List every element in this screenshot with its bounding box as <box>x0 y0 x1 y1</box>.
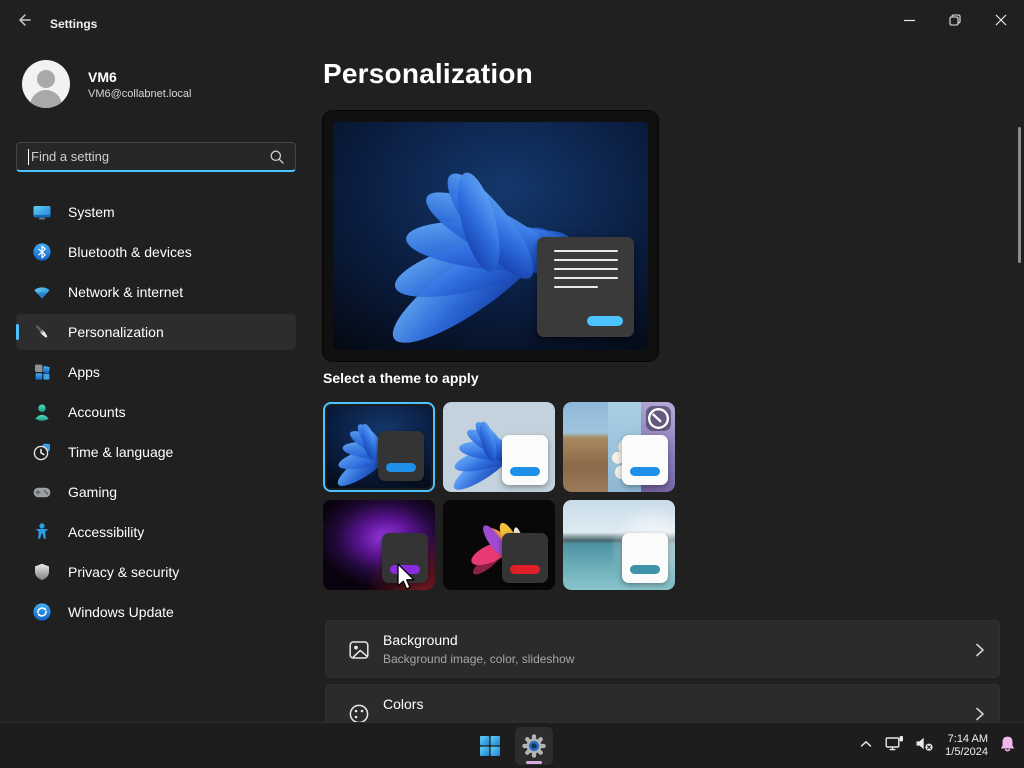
theme-tile-light-bloom[interactable] <box>443 402 555 492</box>
sidebar-item-label: Gaming <box>68 484 118 500</box>
settings-gear-icon <box>522 734 546 758</box>
theme-tile-dark-bloom[interactable] <box>323 402 435 492</box>
sidebar-item-accounts[interactable]: Accounts <box>16 394 296 430</box>
volume-muted-icon[interactable] <box>915 735 934 757</box>
sidebar-item-windows-update[interactable]: Windows Update <box>16 594 296 630</box>
shield-icon <box>32 562 52 582</box>
theme-tile-landscape-collage[interactable] <box>563 402 675 492</box>
network-ethernet-icon[interactable] <box>885 735 904 757</box>
preview-accent-button <box>587 316 623 326</box>
chevron-right-icon <box>976 643 984 657</box>
sidebar-item-gaming[interactable]: Gaming <box>16 474 296 510</box>
sidebar-item-personalization[interactable]: Personalization <box>16 314 296 350</box>
restore-icon <box>949 14 961 26</box>
vertical-scrollbar[interactable] <box>1018 127 1021 263</box>
paintbrush-icon <box>32 322 52 342</box>
sidebar-nav: System Bluetooth & devices Network & int… <box>16 194 296 634</box>
sidebar-item-accessibility[interactable]: Accessibility <box>16 514 296 550</box>
background-row[interactable]: Background Background image, color, slid… <box>325 620 1000 678</box>
sidebar-item-time-language[interactable]: Time & language <box>16 434 296 470</box>
system-tray: 7:14 AM 1/5/2024 <box>858 723 1016 768</box>
row-title: Colors <box>383 696 424 712</box>
taskbar-settings-app[interactable] <box>515 727 553 765</box>
back-button[interactable] <box>10 8 38 32</box>
theme-preview-monitor <box>323 111 658 361</box>
sidebar-item-label: Accounts <box>68 404 126 420</box>
page-title: Personalization <box>323 58 533 89</box>
accessibility-person-icon <box>32 522 52 542</box>
sidebar-item-label: Apps <box>68 364 100 380</box>
theme-preview-wallpaper <box>333 122 648 350</box>
main-content: Personalization Select a theme to apply <box>323 40 1024 742</box>
sidebar-item-label: Windows Update <box>68 604 174 620</box>
avatar <box>22 60 70 108</box>
sidebar-item-label: Accessibility <box>68 524 145 540</box>
apps-icon <box>32 362 52 382</box>
sidebar-item-label: Time & language <box>68 444 174 460</box>
search-box[interactable] <box>16 142 296 172</box>
sidebar-item-network-internet[interactable]: Network & internet <box>16 274 296 310</box>
sidebar-item-system[interactable]: System <box>16 194 296 230</box>
sidebar: VM6 VM6@collabnet.local System Bluetooth… <box>0 40 312 722</box>
close-button[interactable] <box>978 0 1024 40</box>
tray-chevron-up-icon[interactable] <box>858 737 874 756</box>
search-icon[interactable] <box>269 149 285 165</box>
background-image-icon <box>349 641 369 659</box>
notification-bell-icon[interactable] <box>999 735 1016 758</box>
minimize-button[interactable] <box>886 0 932 40</box>
minimize-icon <box>903 19 915 21</box>
theme-tile-purple-glow[interactable] <box>323 500 435 590</box>
sidebar-item-apps[interactable]: Apps <box>16 354 296 390</box>
sidebar-item-label: System <box>68 204 115 220</box>
bluetooth-icon <box>32 242 52 262</box>
slideshow-badge-icon <box>646 406 671 431</box>
row-subtitle: Background image, color, slideshow <box>383 652 575 666</box>
chevron-right-icon <box>976 707 984 721</box>
user-name: VM6 <box>88 69 117 85</box>
system-icon <box>32 202 52 222</box>
back-arrow-icon <box>19 14 31 26</box>
wifi-icon <box>32 282 52 302</box>
start-button[interactable] <box>471 727 509 765</box>
time: 7:14 AM <box>947 733 988 745</box>
restore-button[interactable] <box>932 0 978 40</box>
window-title: Settings <box>50 17 98 31</box>
taskbar: 7:14 AM 1/5/2024 <box>0 722 1024 768</box>
theme-tile-calm-lake[interactable] <box>563 500 675 590</box>
search-input[interactable] <box>29 149 269 164</box>
person-icon <box>32 402 52 422</box>
taskbar-clock[interactable]: 7:14 AM 1/5/2024 <box>945 733 988 759</box>
sidebar-item-privacy-security[interactable]: Privacy & security <box>16 554 296 590</box>
sidebar-item-label: Privacy & security <box>68 564 180 580</box>
date: 1/5/2024 <box>945 746 988 758</box>
titlebar: Settings <box>0 0 1024 40</box>
preview-window-mock <box>537 237 634 337</box>
sidebar-item-label: Network & internet <box>68 284 184 300</box>
gamepad-icon <box>32 482 52 502</box>
user-account-card[interactable]: VM6 VM6@collabnet.local <box>22 60 192 108</box>
sidebar-item-bluetooth-devices[interactable]: Bluetooth & devices <box>16 234 296 270</box>
windows-logo-icon <box>480 736 500 756</box>
theme-tile-abstract-flower[interactable] <box>443 500 555 590</box>
theme-section-label: Select a theme to apply <box>323 370 479 386</box>
sidebar-item-label: Bluetooth & devices <box>68 244 192 260</box>
user-email: VM6@collabnet.local <box>88 88 192 100</box>
sidebar-item-label: Personalization <box>68 324 164 340</box>
clock-icon <box>32 442 52 462</box>
row-title: Background <box>383 632 458 648</box>
close-icon <box>995 14 1007 26</box>
update-refresh-icon <box>32 602 52 622</box>
